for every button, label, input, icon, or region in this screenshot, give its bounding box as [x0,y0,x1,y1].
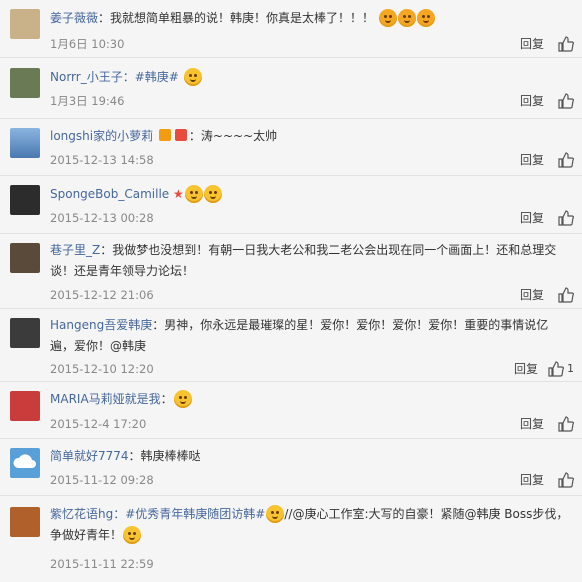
reply-button[interactable]: 回复 [514,361,538,377]
thumbs-up-icon[interactable] [558,36,574,52]
comment-text[interactable]: ：#韩庚# [123,70,179,84]
comment-user[interactable]: 巷子里_Z [50,243,100,257]
reply-button[interactable]: 回复 [520,152,544,168]
comment-item: 紫忆花语hg：#优秀青年韩庚随团访韩#//@庚心工作室:大写的自豪！紧随@韩庚 … [0,496,582,582]
comment-item: Hangeng吾爱韩庚：男神，你永远是最璀璨的星！爱你！爱你！爱你！爱你！重要的… [0,309,582,382]
smiley-emoji-icon [203,185,222,203]
smiley-emoji-icon [266,505,285,523]
comment-text: ： [160,392,173,406]
comment-item: 姜子薇薇：我就想简单粗暴的说！韩庚！你真是太棒了！！！ 1月6日 10:30 回… [0,0,582,58]
reply-button[interactable]: 回复 [520,472,544,488]
smiley-emoji-icon [173,390,192,408]
comment-item: 简单就好7774：韩庚棒棒哒 2015-11-12 09:28 回复 [0,439,582,496]
thumbs-up-icon[interactable] [558,287,574,303]
star-icon: ★ [173,187,184,201]
comment-user[interactable]: Norrr_小王子 [50,70,123,84]
reply-button[interactable]: 回复 [520,416,544,432]
cloud-icon [13,454,36,468]
comment-time: 2015-12-4 17:20 [50,417,147,431]
reply-button[interactable]: 回复 [520,287,544,303]
avatar[interactable] [10,391,40,421]
comment-user[interactable]: 紫忆花语hg [50,507,113,521]
comment-user[interactable]: 简单就好7774 [50,449,129,463]
avatar[interactable] [10,128,40,158]
comment-time: 1月6日 10:30 [50,37,125,51]
avatar[interactable] [10,318,40,348]
thumbs-up-icon[interactable] [548,361,564,377]
avatar[interactable] [10,68,40,98]
comment-text: ：涛~~~~太帅 [188,129,278,143]
comment-text: ：韩庚棒棒哒 [128,449,201,463]
reply-button[interactable]: 回复 [520,210,544,226]
smiley-emoji-icon [184,185,203,203]
comment-item: SpongeBob_Camille ★ 2015-12-13 00:28 回复 [0,176,582,234]
comment-text: ：我就想简单粗暴的说！韩庚！你真是太棒了！！！ [98,11,375,25]
avatar[interactable] [10,185,40,215]
avatar[interactable] [10,507,40,537]
reply-button[interactable]: 回复 [520,93,544,109]
comment-time: 2015-12-13 00:28 [50,211,154,225]
thumbs-up-icon[interactable] [558,93,574,109]
smiley-emoji-icon [123,526,142,544]
crying-emoji-icon [416,9,435,27]
comment-item: MARIA马莉娅就是我： 2015-12-4 17:20 回复 [0,382,582,439]
smiley-emoji-icon [183,68,202,86]
comment-item: Norrr_小王子：#韩庚# 1月3日 19:46 回复 [0,58,582,119]
crying-emoji-icon [378,9,397,27]
comment-user[interactable]: SpongeBob_Camille [50,187,169,201]
badge-icon [158,129,171,141]
crying-emoji-icon [397,9,416,27]
comment-time: 2015-11-11 22:59 [50,557,154,571]
comment-time: 1月3日 19:46 [50,94,125,108]
thumbs-up-icon[interactable] [558,152,574,168]
comment-user[interactable]: longshi家的小萝莉 [50,129,153,143]
comment-user[interactable]: 姜子薇薇 [50,11,98,25]
thumbs-up-icon[interactable] [558,472,574,488]
comment-user[interactable]: MARIA马莉娅就是我 [50,392,161,406]
red-envelope-icon [174,129,187,141]
comment-time: 2015-12-13 14:58 [50,153,154,167]
comment-list: 姜子薇薇：我就想简单粗暴的说！韩庚！你真是太棒了！！！ 1月6日 10:30 回… [0,0,582,582]
comment-user[interactable]: Hangeng吾爱韩庚 [50,318,152,332]
comment-hashtag[interactable]: ：#优秀青年韩庚随团访韩# [113,507,265,521]
avatar[interactable] [10,448,40,478]
comment-time: 2015-12-12 21:06 [50,288,154,302]
thumbs-up-icon[interactable] [558,416,574,432]
thumbs-up-icon[interactable] [558,210,574,226]
comment-time: 2015-12-10 12:20 [50,362,154,376]
like-count: 1 [567,362,574,375]
avatar[interactable] [10,243,40,273]
avatar[interactable] [10,9,40,39]
comment-text: ：我做梦也没想到！有朝一日我大老公和我二老公会出现在同一个画面上！还和总理交谈！… [50,243,557,278]
comment-item: longshi家的小萝莉 ：涛~~~~太帅 2015-12-13 14:58 回… [0,119,582,176]
comment-time: 2015-11-12 09:28 [50,473,154,487]
reply-button[interactable]: 回复 [520,36,544,52]
comment-item: 巷子里_Z：我做梦也没想到！有朝一日我大老公和我二老公会出现在同一个画面上！还和… [0,234,582,309]
